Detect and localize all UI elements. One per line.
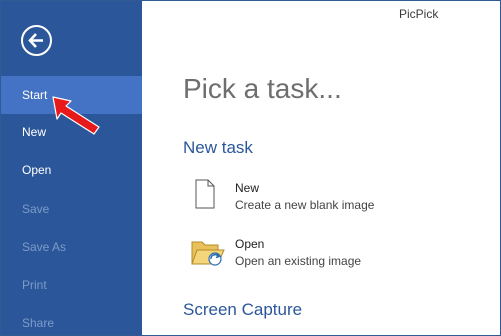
nav-item-label: Save As bbox=[22, 240, 67, 254]
task-description: Create a new blank image bbox=[235, 198, 375, 212]
back-button[interactable] bbox=[21, 25, 52, 56]
annotation-arrow-icon bbox=[52, 96, 100, 135]
sidebar: Start New Open Save Save As Print Share bbox=[1, 1, 142, 335]
window-title: PicPick bbox=[399, 7, 439, 21]
nav-item-save: Save bbox=[1, 190, 142, 228]
section-title-screen-capture: Screen Capture bbox=[183, 300, 303, 319]
nav-item-label: Open bbox=[22, 163, 52, 177]
open-folder-icon bbox=[191, 241, 225, 266]
nav-item-share: Share bbox=[1, 304, 142, 335]
blank-page-icon bbox=[195, 179, 215, 209]
task-title: New bbox=[235, 181, 260, 195]
nav-item-label: Save bbox=[22, 202, 50, 216]
picpick-window: Start New Open Save Save As Print Share … bbox=[0, 0, 501, 336]
nav-item-save-as: Save As bbox=[1, 228, 142, 266]
nav-item-open[interactable]: Open bbox=[1, 151, 142, 189]
page-title: Pick a task... bbox=[183, 73, 342, 104]
section-title-new-task: New task bbox=[183, 138, 253, 157]
back-arrow-icon bbox=[28, 33, 43, 48]
nav-item-label: Share bbox=[22, 316, 55, 330]
task-description: Open an existing image bbox=[235, 254, 362, 268]
nav-item-label: Print bbox=[22, 278, 47, 292]
nav-item-print: Print bbox=[1, 266, 142, 304]
task-title: Open bbox=[235, 237, 265, 251]
